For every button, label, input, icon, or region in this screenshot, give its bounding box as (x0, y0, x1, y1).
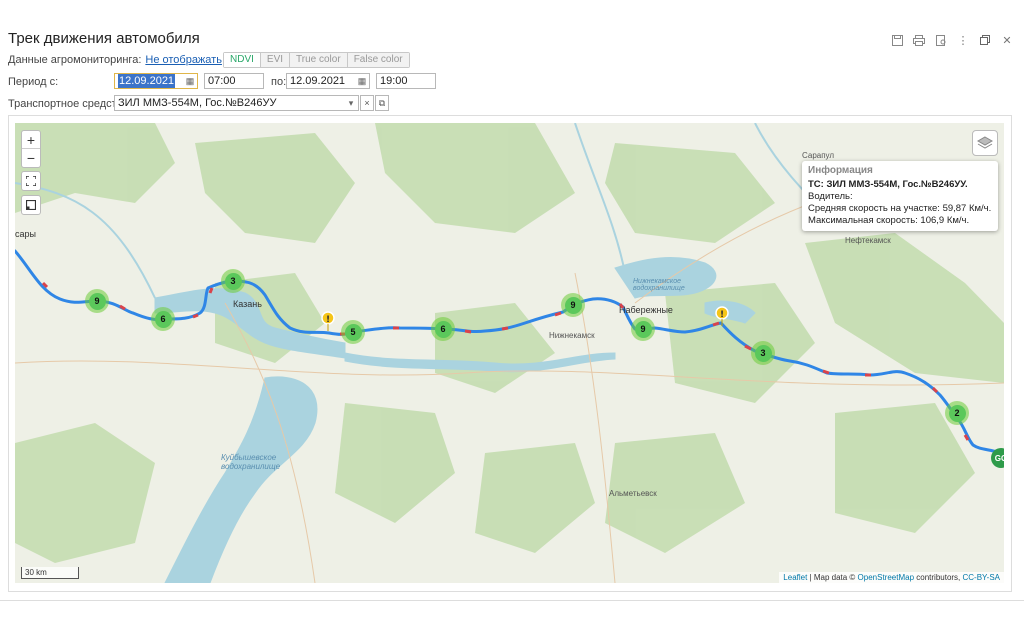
layers-icon (977, 136, 993, 149)
cluster-marker[interactable]: 9 (85, 289, 109, 313)
leaflet-link[interactable]: Leaflet (783, 573, 807, 582)
cluster-marker[interactable]: 9 (631, 317, 655, 341)
cluster-marker[interactable]: 5 (341, 320, 365, 344)
time-from-value: 07:00 (208, 75, 236, 87)
calendar-icon[interactable]: ▦ (183, 74, 197, 88)
cluster-marker[interactable]: 6 (151, 307, 175, 331)
print-icon[interactable] (910, 33, 928, 47)
place-label-sary: сары (15, 229, 36, 239)
preview-icon[interactable] (932, 33, 950, 47)
window-toolbar: ⋮ ✕ (888, 33, 1016, 47)
select-area-icon (26, 200, 36, 210)
map[interactable]: ! ! Казань Набережные Нижнекамск Альметь… (15, 123, 1004, 583)
cluster-count: 9 (634, 320, 652, 338)
place-label-almetyevsk: Альметьевск (609, 489, 657, 498)
time-to-field[interactable]: 19:00 (376, 73, 436, 89)
cluster-marker[interactable]: 3 (221, 269, 245, 293)
license-link[interactable]: CC-BY-SA (963, 573, 1001, 582)
cluster-count: 6 (434, 320, 452, 338)
scale-bar: 30 km (21, 567, 79, 579)
vehicle-value: ЗИЛ ММЗ-554М, Гос.№В246УУ (118, 97, 277, 109)
mode-ndvi[interactable]: NDVI (224, 53, 260, 67)
date-from-value: 12.09.2021 (118, 74, 176, 88)
agro-label: Данные агромониторинга: (8, 54, 142, 66)
svg-text:!: ! (720, 310, 724, 320)
info-header: Информация (808, 165, 873, 176)
fullscreen-button[interactable] (21, 171, 41, 191)
agro-link[interactable]: Не отображать (145, 54, 222, 66)
cluster-count: 3 (754, 344, 772, 362)
place-label-reservoir: Нижнекамское водохранилище (633, 278, 685, 292)
zoom-control: + − (21, 130, 41, 168)
time-to-value: 19:00 (380, 75, 408, 87)
restore-icon[interactable] (976, 33, 994, 47)
cluster-marker[interactable]: 2 (945, 401, 969, 425)
attribution-sep: | Map data © (807, 573, 858, 582)
place-label-nizhnekamsk: Нижнекамск (549, 331, 595, 340)
agro-mode-switch: NDVI EVI True color False color (223, 52, 410, 68)
period-label: Период с: (8, 76, 59, 88)
cluster-count: 2 (948, 404, 966, 422)
clear-icon[interactable]: × (360, 95, 374, 111)
place-label-sarapul: Сарапул (802, 151, 835, 160)
layers-button[interactable] (972, 130, 998, 156)
place-label-kazan: Казань (233, 299, 262, 309)
cluster-count: 6 (154, 310, 172, 328)
selection-button[interactable] (21, 195, 41, 215)
close-icon[interactable]: ✕ (998, 33, 1016, 47)
place-label-naberezhnye: Набережные (619, 305, 673, 315)
save-icon[interactable] (888, 33, 906, 47)
page-title: Трек движения автомобиля (8, 30, 200, 47)
vehicle-select[interactable]: ЗИЛ ММЗ-554М, Гос.№В246УУ ▾ (114, 95, 359, 111)
agro-row: Данные агромониторинга: Не отображать (8, 54, 222, 66)
mode-true-color[interactable]: True color (289, 53, 347, 67)
place-label-neftekamsk: Нефтекамск (845, 236, 891, 245)
bottom-divider (0, 600, 1024, 601)
osm-link[interactable]: OpenStreetMap (858, 573, 914, 582)
cluster-count: 9 (564, 296, 582, 314)
cluster-marker[interactable]: 3 (751, 341, 775, 365)
cluster-marker[interactable]: 9 (561, 293, 585, 317)
info-driver: Водитель: (808, 191, 853, 202)
date-from-field[interactable]: 12.09.2021 ▦ (114, 73, 198, 89)
open-icon[interactable]: ⧉ (375, 95, 389, 111)
period-to-label: по: (271, 76, 287, 88)
map-attribution: Leaflet | Map data © OpenStreetMap contr… (779, 572, 1004, 583)
cluster-marker[interactable]: 6 (431, 317, 455, 341)
period-row: Период с: (8, 76, 58, 88)
mode-evi[interactable]: EVI (259, 53, 290, 67)
attribution-mid: contributors, (914, 573, 963, 582)
mode-false-color[interactable]: False color (346, 53, 409, 67)
cluster-count: 9 (88, 292, 106, 310)
info-max-speed: Максимальная скорость: 106,9 Км/ч. (808, 215, 970, 226)
zoom-out-button[interactable]: − (22, 149, 40, 167)
date-to-field[interactable]: 12.09.2021 ▦ (286, 73, 370, 89)
window-header: Трек движения автомобиля ⋮ ✕ (0, 0, 1024, 52)
info-panel: Информация ТС: ЗИЛ ММЗ-554М, Гос.№В246УУ… (802, 161, 998, 231)
fullscreen-icon (26, 176, 36, 186)
time-from-field[interactable]: 07:00 (204, 73, 264, 89)
info-vehicle: ТС: ЗИЛ ММЗ-554М, Гос.№В246УУ. (808, 179, 968, 190)
date-to-value: 12.09.2021 (290, 75, 346, 87)
cluster-count: 5 (344, 323, 362, 341)
info-avg-speed: Средняя скорость на участке: 59,87 Км/ч. (808, 203, 992, 214)
chevron-down-icon[interactable]: ▾ (344, 96, 358, 110)
zoom-in-button[interactable]: + (22, 131, 40, 149)
calendar-icon[interactable]: ▦ (355, 74, 369, 88)
end-marker[interactable]: GO (991, 448, 1004, 468)
svg-text:!: ! (326, 315, 330, 325)
cluster-count: 3 (224, 272, 242, 290)
place-label-kuybyshev: Куйбышевское водохранилище (221, 453, 281, 471)
more-icon[interactable]: ⋮ (954, 33, 972, 47)
map-container: ! ! Казань Набережные Нижнекамск Альметь… (8, 115, 1012, 592)
